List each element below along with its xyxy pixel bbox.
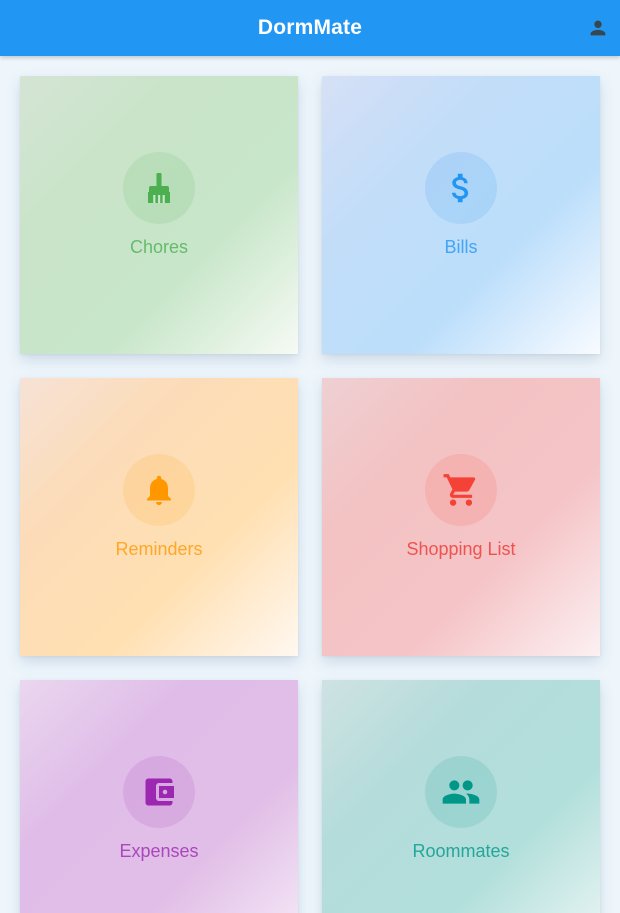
tile-icon-circle <box>123 152 195 224</box>
tile-label: Expenses <box>119 841 199 861</box>
tile-label: Shopping List <box>406 539 516 559</box>
tile-label: Chores <box>129 237 189 257</box>
person-icon <box>590 20 606 36</box>
tile-roommates[interactable]: Roommates <box>322 680 600 913</box>
wallet-icon <box>145 778 174 806</box>
shopping-cart-icon <box>443 474 476 506</box>
app-bar: DormMate <box>0 0 620 56</box>
tile-reminders[interactable]: Reminders <box>20 378 298 656</box>
tile-label: Roommates <box>412 841 510 861</box>
dollar-icon <box>452 173 469 203</box>
bell-icon <box>147 475 171 505</box>
tile-label: Bills <box>444 237 478 257</box>
tile-chores[interactable]: Chores <box>20 76 298 354</box>
tile-icon-circle <box>123 454 195 526</box>
tile-shopping-list[interactable]: Shopping List <box>322 378 600 656</box>
tile-bills[interactable]: Bills <box>322 76 600 354</box>
profile-button[interactable] <box>584 14 612 42</box>
tile-icon-circle <box>425 756 497 828</box>
broom-icon <box>148 173 170 203</box>
tile-icon-circle <box>425 454 497 526</box>
tile-label: Reminders <box>115 539 203 559</box>
tile-icon-circle <box>123 756 195 828</box>
tile-icon-circle <box>425 152 497 224</box>
dashboard-grid: Chores Bills Reminders Shopping List Exp… <box>0 56 620 913</box>
tile-expenses[interactable]: Expenses <box>20 680 298 913</box>
people-icon <box>442 780 480 804</box>
app-title: DormMate <box>257 16 363 39</box>
